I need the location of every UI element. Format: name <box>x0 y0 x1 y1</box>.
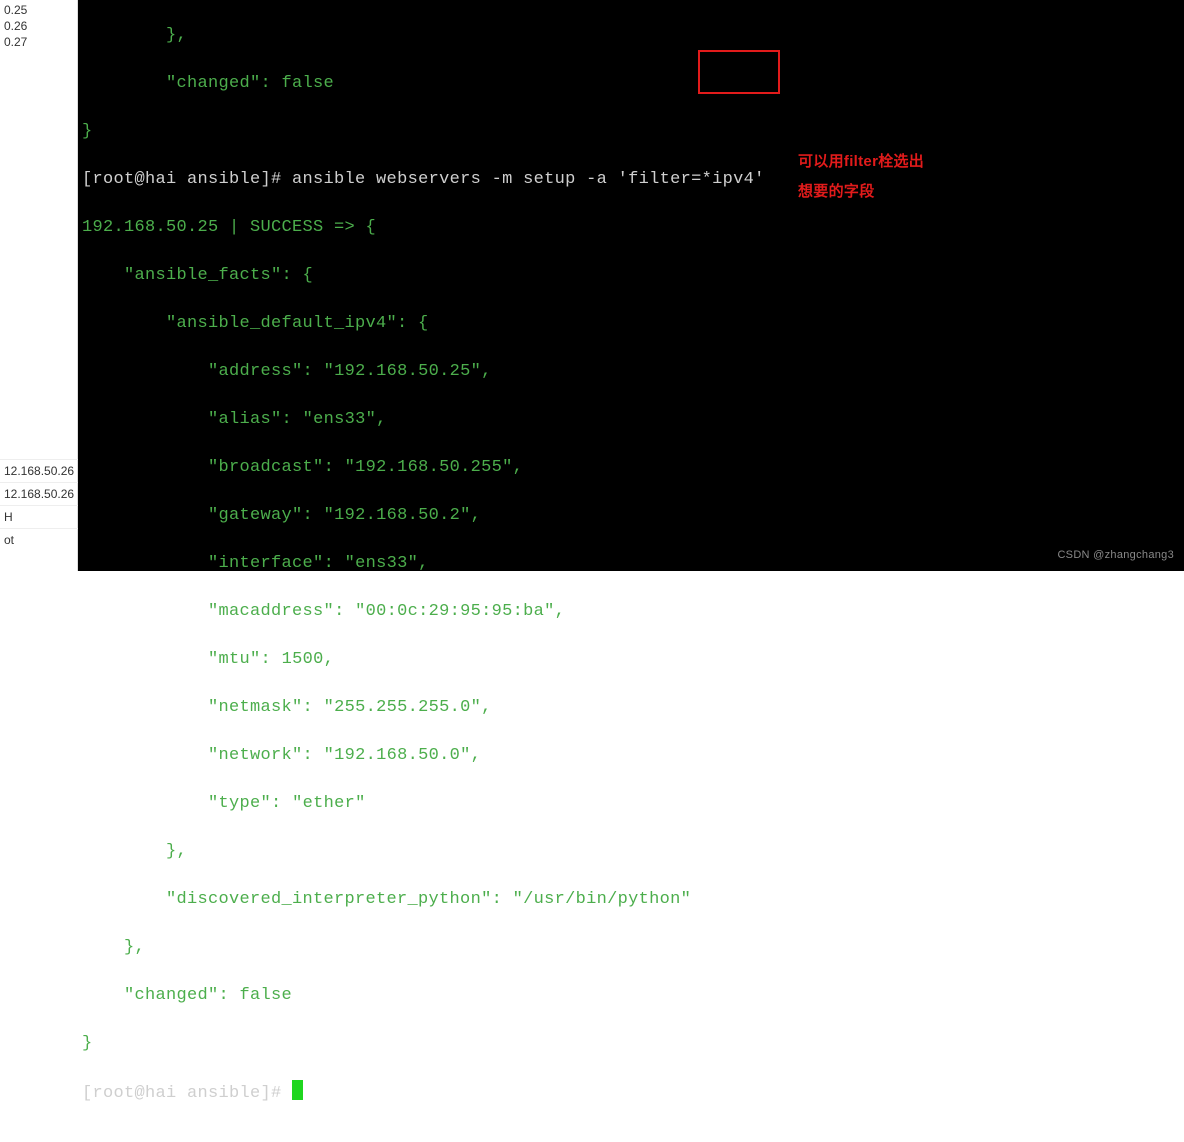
json-close-brace: }, <box>82 24 1180 48</box>
side-item: 12.168.50.26 <box>0 482 78 505</box>
annotation-text: 想要的字段 <box>798 180 875 204</box>
shell-command: ansible webservers -m setup -a 'filter=*… <box>292 170 765 189</box>
kv-line: "network": "192.168.50.0", <box>82 744 1180 768</box>
prompt-line-2[interactable]: [root@hai ansible]# <box>82 1080 1180 1106</box>
close-facts: }, <box>82 936 1180 960</box>
side-item: 12.168.50.26 <box>0 459 78 482</box>
terminal-output[interactable]: }, "changed": false } [root@hai ansible]… <box>78 0 1184 571</box>
kv-line: "address": "192.168.50.25", <box>82 360 1180 384</box>
side-item: H <box>0 505 78 528</box>
ipv4-key: "ansible_default_ipv4": { <box>82 312 1180 336</box>
ansible-facts-key: "ansible_facts": { <box>82 264 1180 288</box>
close-root: } <box>82 1032 1180 1056</box>
kv-line: "interface": "ens33", <box>82 552 1180 576</box>
kv-line: "gateway": "192.168.50.2", <box>82 504 1180 528</box>
annotation-text: 可以用filter栓选出 <box>798 150 924 174</box>
interpreter-line: "discovered_interpreter_python": "/usr/b… <box>82 888 1180 912</box>
prompt-line: [root@hai ansible]# ansible webservers -… <box>82 168 1180 192</box>
kv-line: "broadcast": "192.168.50.255", <box>82 456 1180 480</box>
watermark-text: CSDN @zhangchang3 <box>1057 543 1174 567</box>
side-top-list: 0.25 0.26 0.27 <box>0 0 77 52</box>
side-item: 0.26 <box>4 18 73 34</box>
changed-line: "changed": false <box>82 984 1180 1008</box>
kv-line: "macaddress": "00:0c:29:95:95:ba", <box>82 600 1180 624</box>
side-panel: 0.25 0.26 0.27 12.168.50.26 12.168.50.26… <box>0 0 78 571</box>
side-item: 0.25 <box>4 2 73 18</box>
kv-line: "alias": "ens33", <box>82 408 1180 432</box>
side-item: ot <box>0 528 78 551</box>
kv-line: "netmask": "255.255.255.0", <box>82 696 1180 720</box>
close-ipv4: }, <box>82 840 1180 864</box>
json-changed-line: "changed": false <box>82 72 1180 96</box>
kv-line: "type": "ether" <box>82 792 1180 816</box>
json-close-root: } <box>82 120 1180 144</box>
side-item: 0.27 <box>4 34 73 50</box>
kv-line: "mtu": 1500, <box>82 648 1180 672</box>
cursor-icon <box>292 1080 303 1100</box>
shell-prompt: [root@hai ansible]# <box>82 170 292 189</box>
side-bottom-list: 12.168.50.26 12.168.50.26 H ot <box>0 459 78 551</box>
result-header: 192.168.50.25 | SUCCESS => { <box>82 216 1180 240</box>
